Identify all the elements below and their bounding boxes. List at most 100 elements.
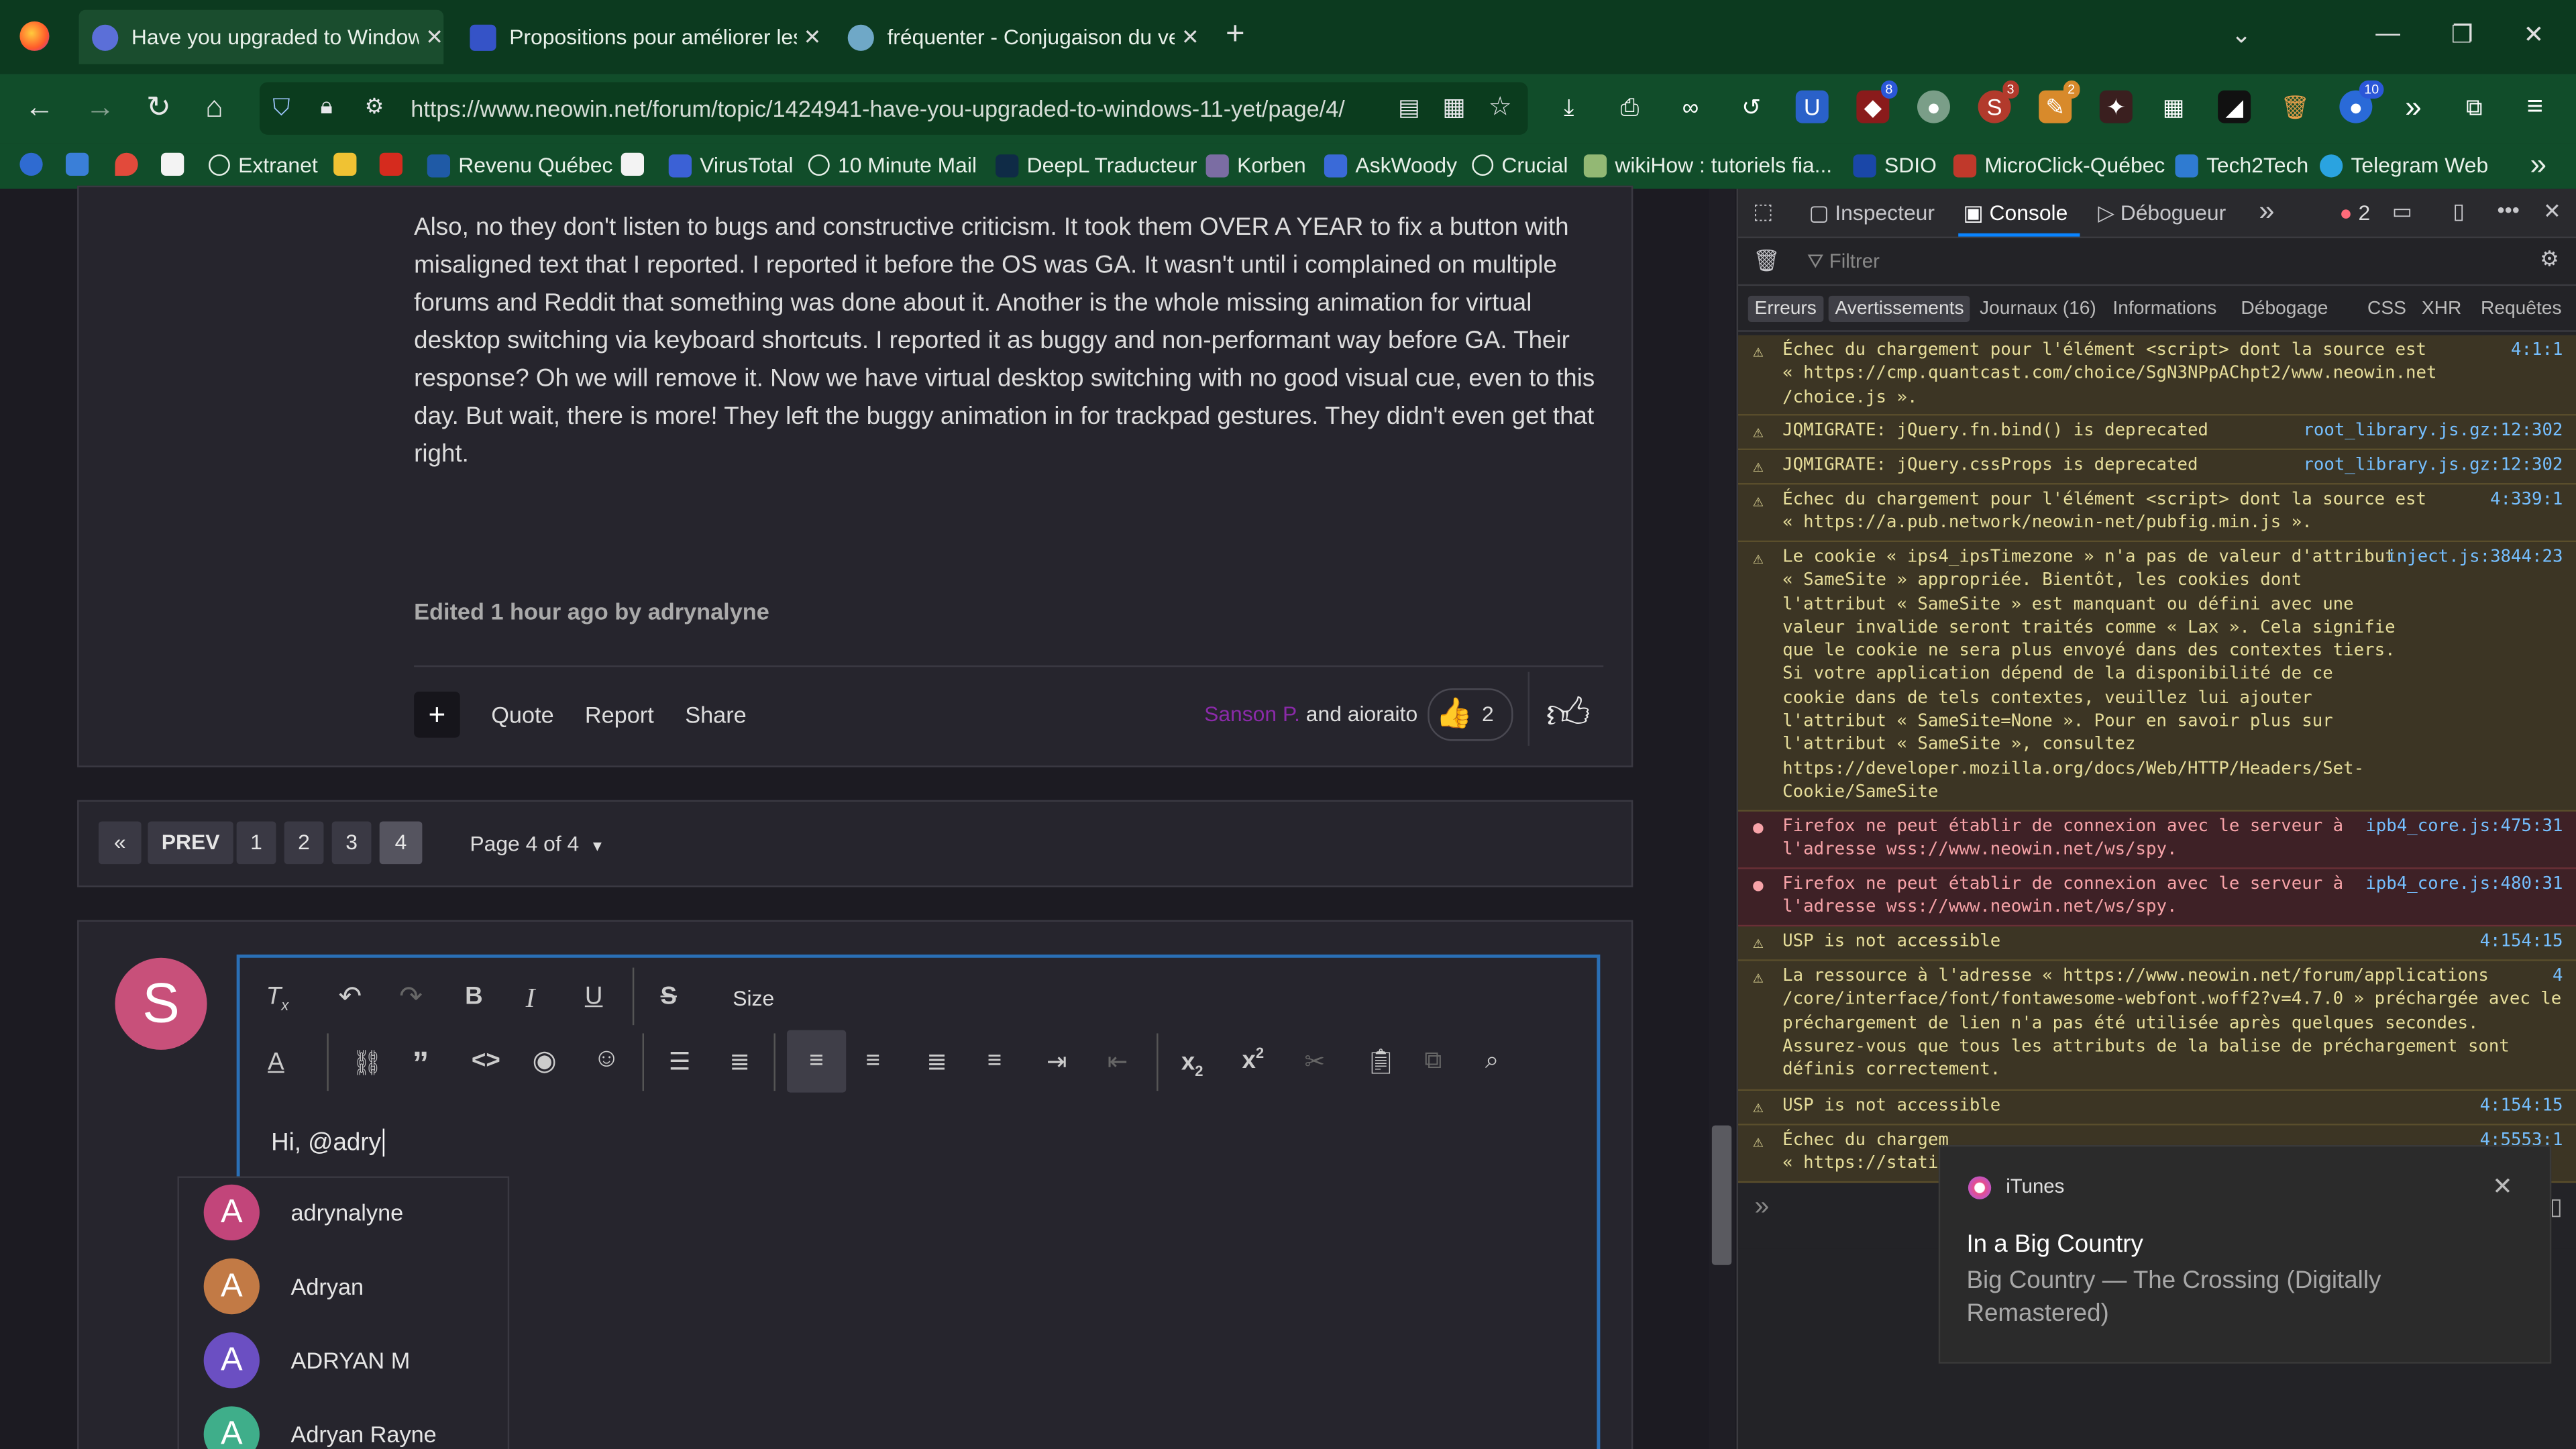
- underline-icon[interactable]: U: [585, 983, 603, 1011]
- reaction-users[interactable]: Sanson P. and aioraito: [1204, 702, 1417, 727]
- page-3-button[interactable]: 3: [331, 821, 372, 865]
- log-source-link[interactable]: 4: [2553, 965, 2563, 988]
- log-source-link[interactable]: inject.js:3844:23: [2386, 545, 2563, 569]
- url-bar[interactable]: ⛉ 🔒︎ ⚙ https://www.neowin.net/forum/topi…: [259, 82, 1528, 135]
- close-notification-icon[interactable]: ✕: [2492, 1171, 2513, 1201]
- log-source-link[interactable]: 4:339:1: [2490, 488, 2563, 511]
- strikethrough-icon[interactable]: S: [660, 983, 677, 1011]
- extension-trash-icon[interactable]: 🗑︎: [2279, 91, 2312, 123]
- paste-icon[interactable]: 📋︎: [1365, 1046, 1397, 1076]
- reaction-count-pill[interactable]: 👍 2: [1428, 688, 1513, 741]
- extension-orange-icon[interactable]: ✎ 2: [2039, 80, 2080, 123]
- bookmark-korben[interactable]: Korben: [1205, 153, 1306, 177]
- bookmark-10-minute-mail[interactable]: 10 Minute Mail: [808, 153, 977, 177]
- more-tools-chevron-icon[interactable]: »: [2259, 195, 2274, 228]
- italic-icon[interactable]: I: [526, 983, 535, 1016]
- log-source-link[interactable]: ipb4_core.js:475:31: [2365, 815, 2563, 839]
- bookmark-star-icon[interactable]: ☆: [1489, 91, 1512, 123]
- reaction-user-link[interactable]: Sanson P.: [1204, 702, 1300, 727]
- bookmark-tech2tech[interactable]: Tech2Tech: [2175, 153, 2308, 177]
- back-arrow-icon[interactable]: ←: [25, 91, 54, 125]
- log-source-link[interactable]: root_library.js.gz:12:302: [2303, 419, 2563, 442]
- mention-option[interactable]: Aadrynalyne: [177, 1175, 506, 1248]
- bookmark-virustotal[interactable]: VirusTotal: [668, 153, 793, 177]
- console-message[interactable]: ⚠ Échec du chargement pour l'élément <scr…: [1738, 335, 2576, 416]
- filter-requests-toggle[interactable]: Requêtes: [2481, 299, 2562, 319]
- page-scrollbar-thumb[interactable]: [1711, 1125, 1732, 1265]
- tab-inspector[interactable]: ▢ Inspecteur: [1809, 201, 1935, 227]
- tab-conjugaison[interactable]: fréquenter - Conjugaison du ve ✕: [835, 10, 1199, 64]
- multiquote-plus-button[interactable]: +: [414, 692, 460, 738]
- console-message[interactable]: ⚠ JQMIGRATE: jQuery.cssProps is deprecate…: [1738, 450, 2576, 485]
- extension-black-icon[interactable]: ◢: [2218, 90, 2251, 123]
- itunes-notification[interactable]: iTunes ✕ In a Big Country Big Country — …: [1938, 1144, 2552, 1364]
- shield-extension-icon[interactable]: U: [1795, 90, 1829, 123]
- page-jump-dropdown[interactable]: Page 4 of 4 ▼: [470, 831, 604, 856]
- quote-icon[interactable]: ”: [413, 1046, 429, 1084]
- extension-red-icon[interactable]: S3: [1978, 80, 2019, 123]
- close-tab-icon[interactable]: ✕: [1181, 24, 1199, 50]
- filter-input[interactable]: ⛛ Filtrer: [1807, 250, 1880, 274]
- undo-icon[interactable]: ↶: [338, 981, 362, 1014]
- cut-icon[interactable]: ✂: [1305, 1046, 1326, 1076]
- bookmark-icon-1[interactable]: [19, 152, 51, 176]
- downloads-icon[interactable]: ⤓: [1552, 91, 1585, 123]
- tab-debugger[interactable]: ▷ Débogueur: [2098, 201, 2226, 227]
- log-source-link[interactable]: 4:154:15: [2480, 1094, 2563, 1118]
- close-devtools-icon[interactable]: ✕: [2543, 199, 2561, 225]
- console-message[interactable]: ⚠ Le cookie « ips4_ipsTimezone » n'a pas …: [1738, 542, 2576, 812]
- align-left-icon[interactable]: ≡: [787, 1030, 847, 1093]
- tab-console[interactable]: ▣ Console: [1964, 201, 2068, 227]
- tab-neowin[interactable]: Have you upgraded to Window ✕: [78, 9, 444, 64]
- mention-option[interactable]: A ADRYAN M: [177, 1322, 506, 1396]
- error-count[interactable]: ● 2: [2339, 201, 2370, 225]
- first-page-button[interactable]: «: [98, 821, 142, 865]
- prev-page-button[interactable]: PREV: [148, 821, 233, 865]
- bookmark-deepl[interactable]: DeepL Traducteur: [996, 153, 1197, 177]
- extension-globe-icon[interactable]: ●: [1917, 90, 1950, 123]
- console-message[interactable]: ⚠ Échec du chargement pour l'élément <scr…: [1738, 484, 2576, 543]
- align-center-icon[interactable]: ≡: [866, 1046, 880, 1075]
- bulleted-list-icon[interactable]: ☰: [669, 1046, 691, 1076]
- log-source-link[interactable]: 4:1:1: [2511, 338, 2563, 362]
- bookmark-icon-3[interactable]: [333, 152, 365, 176]
- bookmark-telegram[interactable]: Telegram Web: [2319, 153, 2488, 177]
- forward-arrow-icon[interactable]: →: [85, 91, 115, 125]
- log-source-link[interactable]: ipb4_core.js:480:31: [2365, 872, 2563, 896]
- link-icon[interactable]: ⛓: [352, 1048, 383, 1078]
- preview-icon[interactable]: ⌕: [1485, 1046, 1499, 1075]
- reader-view-icon[interactable]: ▤: [1398, 94, 1419, 122]
- page-1-button[interactable]: 1: [236, 821, 276, 865]
- bookmark-wikihow[interactable]: wikiHow : tutoriels fia...: [1583, 153, 1832, 177]
- align-justify-icon[interactable]: ≣: [926, 1046, 947, 1076]
- filter-logs-toggle[interactable]: Journaux (16): [1980, 299, 2096, 319]
- tracking-shield-icon[interactable]: ⛉: [273, 94, 290, 122]
- bookmark-icon-maple[interactable]: [379, 152, 411, 176]
- hamburger-menu-icon[interactable]: ≡: [2518, 91, 2551, 123]
- mention-option[interactable]: A Adryan Rayne: [177, 1397, 506, 1449]
- console-message[interactable]: ● Firefox ne peut établir de connexion av…: [1738, 869, 2576, 927]
- remove-format-icon[interactable]: Tx: [266, 983, 288, 1014]
- clear-console-trash-icon[interactable]: 🗑︎: [1753, 248, 1780, 274]
- bookmark-askwoody[interactable]: AskWoody: [1324, 153, 1457, 177]
- report-button[interactable]: Report: [585, 702, 654, 728]
- emoji-icon[interactable]: ☺: [593, 1045, 620, 1075]
- home-icon[interactable]: ⌂: [205, 91, 223, 125]
- responsive-design-icon[interactable]: ▯: [2453, 199, 2465, 225]
- indent-icon[interactable]: ⇥: [1046, 1046, 1067, 1076]
- close-tab-icon[interactable]: ✕: [804, 24, 822, 50]
- console-message[interactable]: ● Firefox ne peut établir de connexion av…: [1738, 811, 2576, 869]
- like-thumbs-up-icon[interactable]: 👍︎: [1546, 688, 1591, 739]
- spoiler-eye-icon[interactable]: ◉: [532, 1045, 556, 1078]
- extensions-puzzle-icon[interactable]: ⧉: [2458, 91, 2491, 123]
- more-bookmarks-chevron-icon[interactable]: »: [2530, 148, 2546, 182]
- more-tools-chevron-icon[interactable]: »: [2397, 91, 2430, 123]
- filter-info-toggle[interactable]: Informations: [2112, 299, 2216, 319]
- log-source-link[interactable]: root_library.js.gz:12:302: [2303, 453, 2563, 477]
- redo-icon[interactable]: ↷: [399, 981, 423, 1014]
- devtools-menu-icon[interactable]: •••: [2497, 197, 2519, 222]
- filter-xhr-toggle[interactable]: XHR: [2422, 299, 2461, 319]
- editor-textarea[interactable]: Hi, @adry: [271, 1128, 384, 1157]
- bookmark-microclick[interactable]: MicroClick-Québec: [1953, 153, 2165, 177]
- console-message[interactable]: ⚠ La ressource à l'adresse « https://www.…: [1738, 961, 2576, 1091]
